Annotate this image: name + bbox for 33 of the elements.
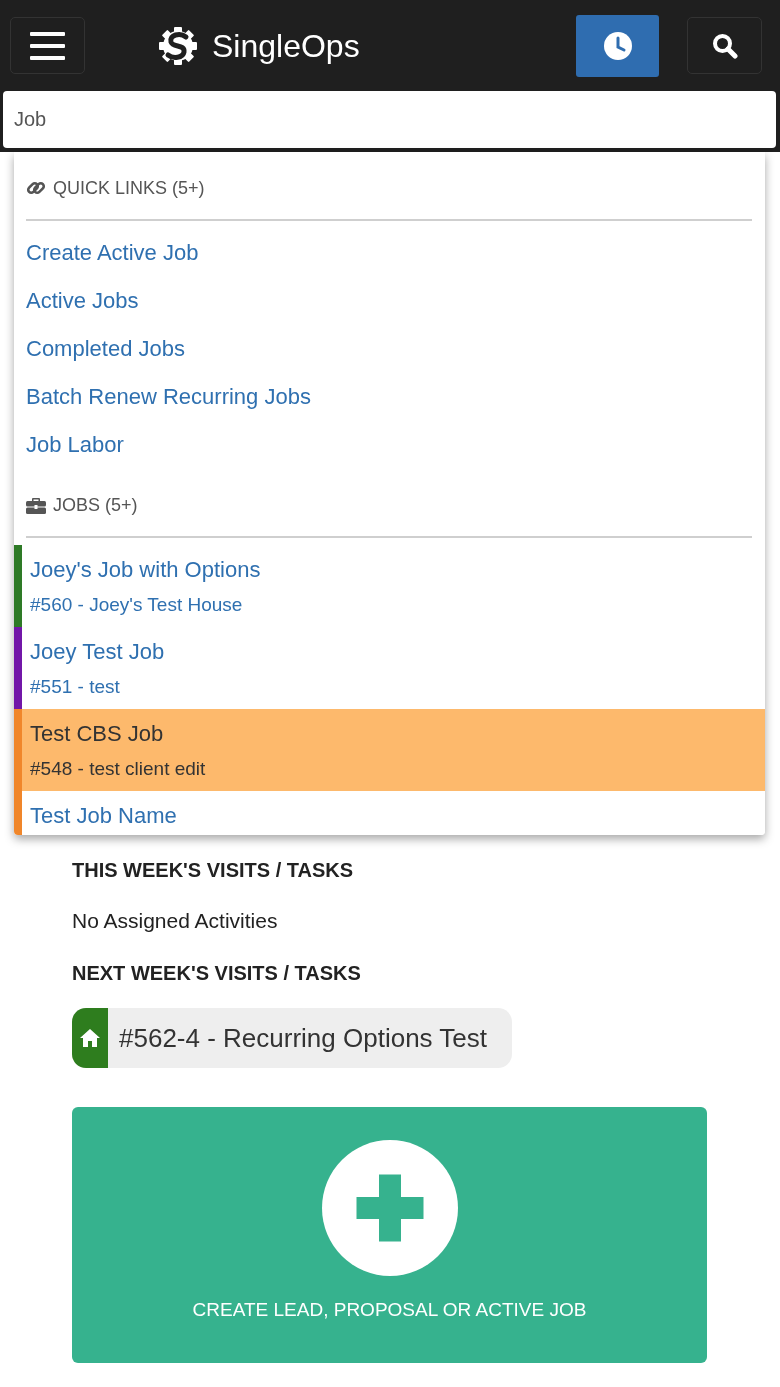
visit-link[interactable]: #562-4 - Recurring Options Test xyxy=(72,1008,513,1068)
create-job-button[interactable]: CREATE LEAD, PROPOSAL OR ACTIVE JOB xyxy=(72,1107,707,1363)
menu-icon xyxy=(30,31,65,60)
search-field[interactable]: Job xyxy=(3,91,776,148)
quick-link[interactable]: Create Active Job xyxy=(26,229,199,277)
section-heading: JOBS (5+) xyxy=(53,494,138,517)
search-icon xyxy=(711,32,738,59)
quick-link[interactable]: Batch Renew Recurring Jobs xyxy=(26,373,311,421)
job-subtitle: #548 - test client edit xyxy=(30,757,206,781)
job-subtitle: #551 - test xyxy=(30,675,120,699)
search-button[interactable] xyxy=(687,17,762,74)
briefcase-icon xyxy=(26,496,46,514)
job-title: Test CBS Job xyxy=(30,720,164,748)
job-title: Joey Test Job xyxy=(30,638,165,666)
job-title: Joey's Job with Options xyxy=(30,556,261,584)
job-title: Test Job Name xyxy=(30,802,177,830)
brand-link[interactable]: SingleOps xyxy=(151,25,360,66)
clock-button[interactable] xyxy=(576,14,659,77)
section-title: THIS WEEK'S VISITS / TASKS xyxy=(72,858,355,882)
clock-icon xyxy=(602,30,633,61)
section-heading: QUICK LINKS (5+) xyxy=(53,177,205,200)
quick-link[interactable]: Job Labor xyxy=(26,421,124,469)
section-title: NEXT WEEK'S VISITS / TASKS xyxy=(72,961,362,985)
quick-link[interactable]: Completed Jobs xyxy=(26,325,185,373)
menu-button[interactable] xyxy=(10,17,85,74)
job-result-item[interactable]: Joey Test Job #551 - test xyxy=(14,627,765,709)
job-result-item[interactable]: Test CBS Job #548 - test client edit xyxy=(14,709,765,791)
job-subtitle: #560 - Joey's Test House xyxy=(30,593,243,617)
quick-link[interactable]: Active Jobs xyxy=(26,277,139,325)
plus-circle-icon xyxy=(321,1140,458,1276)
empty-message: No Assigned Activities xyxy=(72,908,279,934)
job-result-item[interactable]: Test Job Name xyxy=(14,791,765,835)
job-result-item[interactable]: Joey's Job with Options #560 - Joey's Test House xyxy=(14,545,765,627)
